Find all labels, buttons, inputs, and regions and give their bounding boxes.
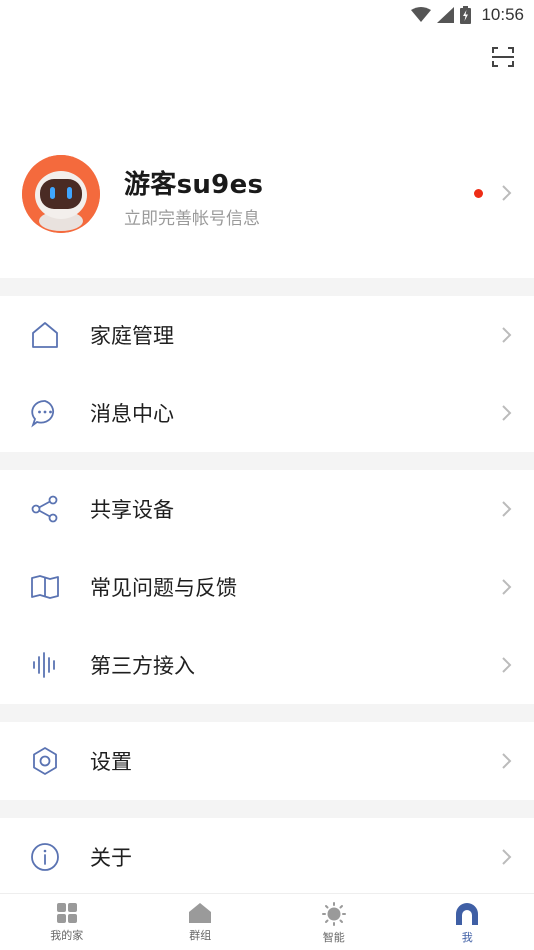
menu-item-third-party-integration[interactable]: 第三方接入 xyxy=(0,626,534,704)
sun-icon xyxy=(321,902,346,926)
chevron-right-icon xyxy=(502,849,512,865)
chevron-right-icon xyxy=(502,405,512,421)
menu-label: 消息中心 xyxy=(90,402,174,426)
profile-name: 游客su9es xyxy=(124,170,264,200)
info-icon xyxy=(28,840,62,874)
scan-icon xyxy=(492,47,514,67)
section-divider xyxy=(0,278,534,296)
menu-item-faq-feedback[interactable]: 常见问题与反馈 xyxy=(0,548,534,626)
menu-label: 家庭管理 xyxy=(90,324,174,348)
status-time: 10:56 xyxy=(481,5,524,24)
wifi-icon xyxy=(411,7,432,23)
menu-item-settings[interactable]: 设置 xyxy=(0,722,534,800)
menu-label: 关于 xyxy=(90,846,132,870)
menu-label: 设置 xyxy=(90,750,132,774)
voice-wave-icon xyxy=(28,648,62,682)
profile-subtitle: 立即完善帐号信息 xyxy=(124,209,260,229)
menu-label: 常见问题与反馈 xyxy=(90,576,237,600)
nav-tab-my-home[interactable]: 我的家 xyxy=(0,894,134,950)
section-divider xyxy=(0,452,534,470)
chevron-right-icon xyxy=(502,501,512,517)
grid-icon xyxy=(56,903,77,923)
share-icon xyxy=(28,492,62,526)
user-icon xyxy=(456,903,479,925)
chevron-right-icon xyxy=(502,579,512,595)
home-icon xyxy=(28,318,62,352)
settings-hex-icon xyxy=(28,744,62,778)
section-divider xyxy=(0,800,534,818)
scan-button[interactable] xyxy=(490,44,516,70)
message-icon xyxy=(28,396,62,430)
nav-tab-me[interactable]: 我 xyxy=(401,894,534,950)
nav-tab-smart[interactable]: 智能 xyxy=(267,894,401,950)
nav-label: 智能 xyxy=(322,931,345,944)
chevron-right-icon xyxy=(502,185,512,201)
cellular-signal-icon xyxy=(437,7,455,23)
nav-label: 我的家 xyxy=(50,929,84,942)
menu-item-shared-devices[interactable]: 共享设备 xyxy=(0,470,534,548)
menu-label: 共享设备 xyxy=(90,498,174,522)
battery-icon xyxy=(460,6,472,24)
me-screen: 10:56 游客su9es 立即完善帐号信息 家庭管理 消息中心 共享设备 常见… xyxy=(0,0,534,950)
house-icon xyxy=(189,903,212,923)
book-icon xyxy=(28,570,62,604)
menu-item-family-management[interactable]: 家庭管理 xyxy=(0,296,534,374)
menu-item-about[interactable]: 关于 xyxy=(0,818,534,896)
nav-tab-groups[interactable]: 群组 xyxy=(134,894,268,950)
bottom-navigation: 我的家 群组 智能 我 xyxy=(0,893,534,950)
section-divider xyxy=(0,704,534,722)
nav-label: 群组 xyxy=(189,929,212,942)
profile-card[interactable]: 游客su9es 立即完善帐号信息 xyxy=(0,152,534,236)
notification-dot xyxy=(474,189,483,198)
chevron-right-icon xyxy=(502,657,512,673)
chevron-right-icon xyxy=(502,327,512,343)
menu-label: 第三方接入 xyxy=(90,654,195,678)
menu-item-message-center[interactable]: 消息中心 xyxy=(0,374,534,452)
robot-avatar[interactable] xyxy=(22,155,100,233)
status-bar: 10:56 xyxy=(0,0,534,30)
nav-label: 我 xyxy=(461,931,473,944)
chevron-right-icon xyxy=(502,753,512,769)
